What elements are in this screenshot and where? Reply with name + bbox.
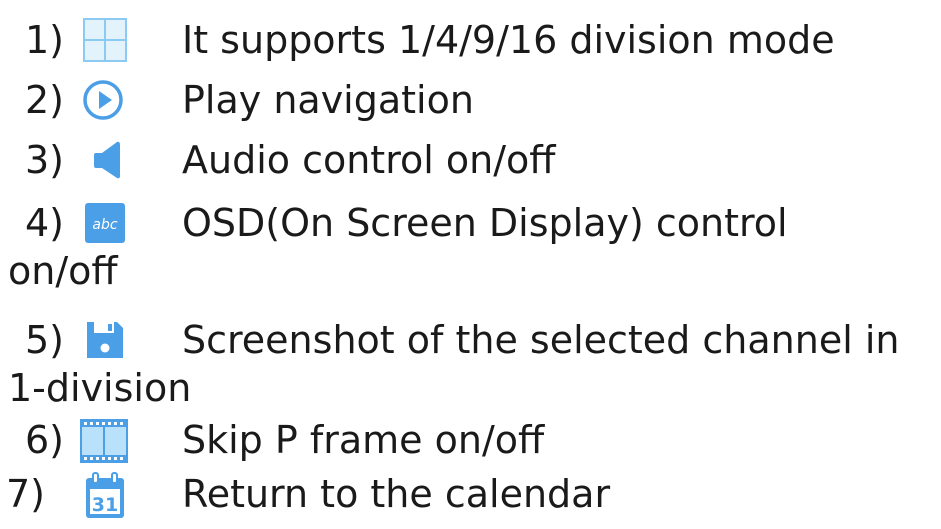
abc-text-icon: abc <box>85 203 125 243</box>
item-text: OSD(On Screen Display) control <box>182 201 788 245</box>
play-circle-icon <box>83 80 123 120</box>
list-item-audio-control: 3) Audio control on/off <box>0 138 941 188</box>
item-text: Skip P frame on/off <box>182 418 545 462</box>
svg-text:abc: abc <box>92 217 117 233</box>
item-text: Return to the calendar <box>182 472 611 516</box>
item-number: 5) <box>25 318 65 362</box>
item-text: Screenshot of the selected channel in <box>182 318 900 362</box>
item-text-continuation: on/off <box>8 249 118 293</box>
calendar-icon: 31 <box>86 472 124 518</box>
item-text: It supports 1/4/9/16 division mode <box>182 18 835 62</box>
item-text: Play navigation <box>182 78 474 122</box>
list-item-osd-control: 4) abc OSD(On Screen Display) control on… <box>0 201 941 301</box>
item-number: 1) <box>25 18 65 62</box>
item-number: 6) <box>25 418 65 462</box>
floppy-disk-icon <box>87 322 123 358</box>
film-strip-icon <box>80 419 128 463</box>
list-item-skip-p-frame: 6) Skip P frame on/off <box>0 418 941 468</box>
feature-list: 1) It supports 1/4/9/16 division mode 2)… <box>0 0 941 529</box>
item-number: 7) <box>6 472 46 516</box>
item-text: Audio control on/off <box>182 138 556 182</box>
list-item-calendar: 7) 31 Return to the calendar <box>0 472 941 522</box>
list-item-division-mode: 1) It supports 1/4/9/16 division mode <box>0 18 941 68</box>
list-item-screenshot: 5) Screenshot of the selected channel in… <box>0 318 941 418</box>
item-number: 4) <box>25 201 65 245</box>
item-text-continuation: 1-division <box>8 366 192 410</box>
calendar-day: 31 <box>92 494 118 516</box>
grid-division-icon <box>83 18 127 62</box>
item-number: 2) <box>25 78 65 122</box>
speaker-icon <box>94 141 120 179</box>
item-number: 3) <box>25 138 65 182</box>
list-item-play-navigation: 2) Play navigation <box>0 78 941 128</box>
